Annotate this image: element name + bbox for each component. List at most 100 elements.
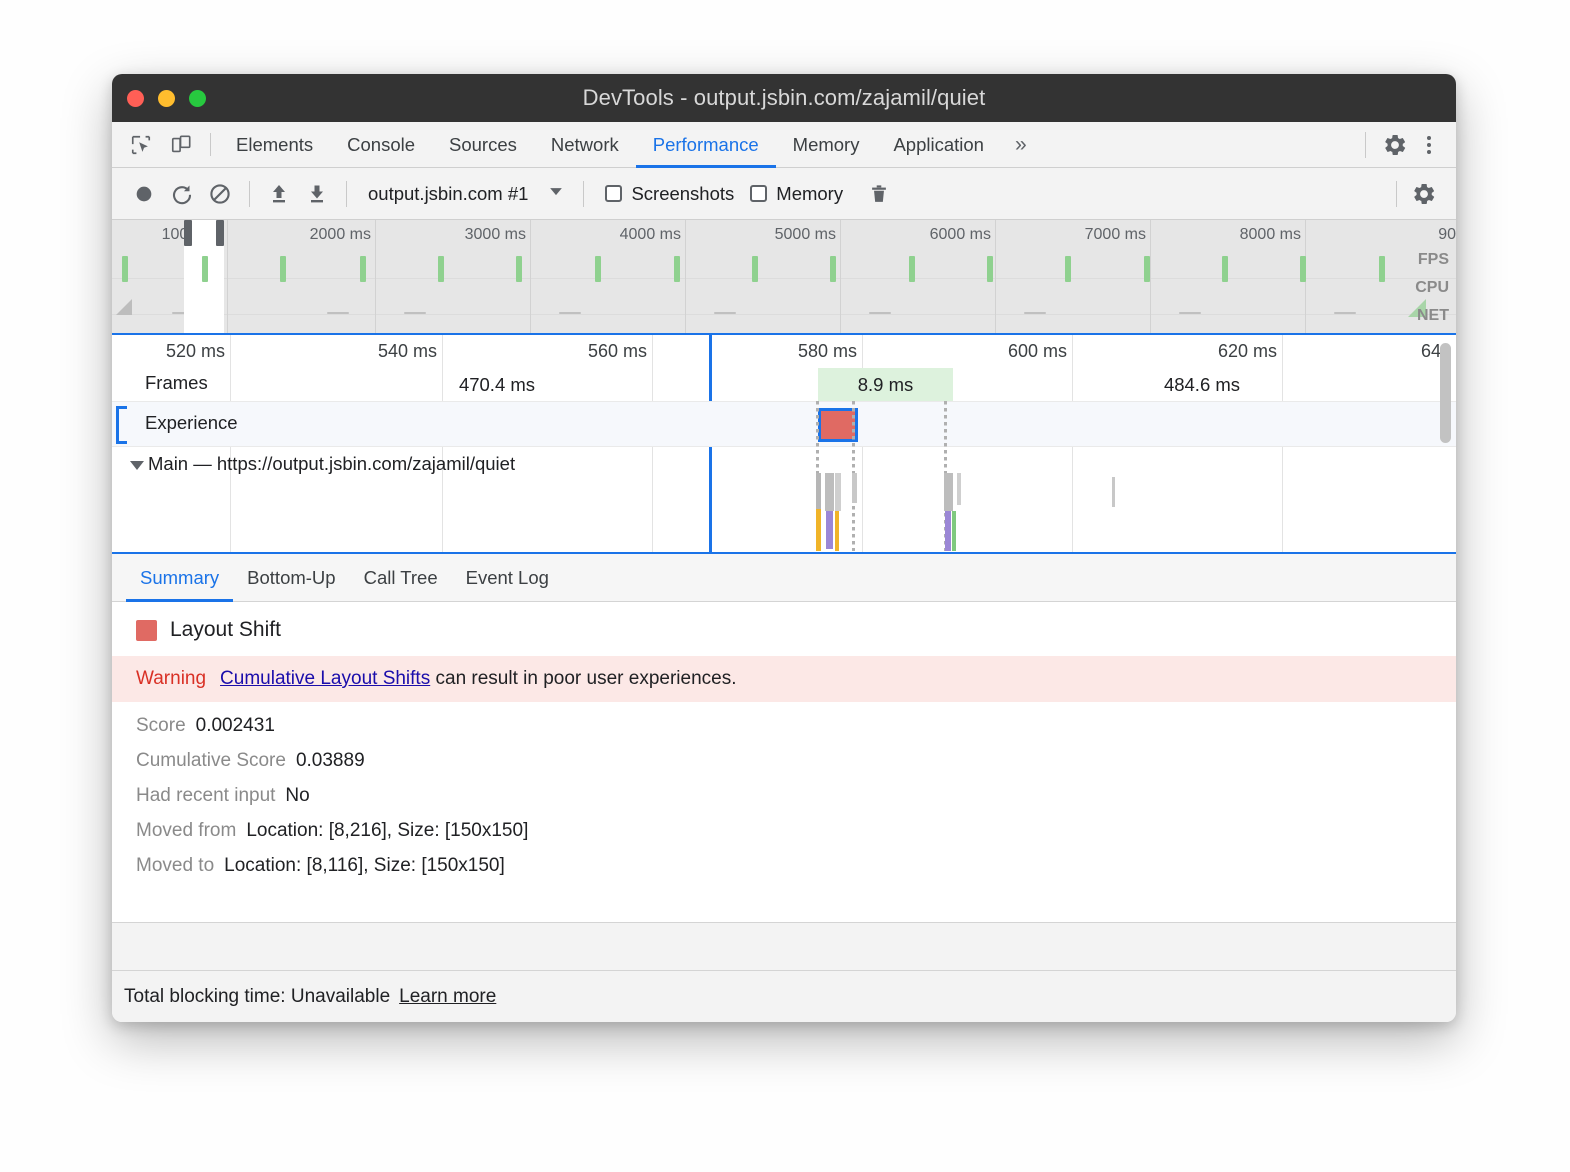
tab-performance[interactable]: Performance: [636, 122, 776, 167]
net-bar: [1334, 312, 1356, 314]
net-bar: [869, 312, 891, 314]
tab-sources[interactable]: Sources: [432, 122, 534, 167]
overview-right-handle[interactable]: [216, 220, 224, 246]
capture-settings-gear-icon[interactable]: [1406, 177, 1442, 211]
tab-summary[interactable]: Summary: [126, 554, 233, 601]
main-activity-bar[interactable]: [816, 473, 821, 509]
timeline-overview[interactable]: 1000 ms 2000 ms 3000 ms 4000 ms 5000 ms …: [112, 220, 1456, 335]
row-value: Location: [8,116], Size: [150x150]: [224, 855, 505, 876]
memory-checkbox[interactable]: [750, 185, 767, 202]
tab-label: Sources: [449, 134, 517, 156]
fps-bar: [1065, 256, 1071, 282]
row-value: No: [285, 785, 309, 806]
trash-icon[interactable]: [861, 177, 897, 211]
reload-record-icon[interactable]: [164, 177, 200, 211]
overview-tick: 1000 ms: [227, 220, 228, 335]
frame-segment[interactable]: 470.4 ms: [282, 368, 712, 401]
fps-bar: [830, 256, 836, 282]
main-track[interactable]: Main — https://output.jsbin.com/zajamil/…: [112, 447, 1456, 552]
tab-label: Memory: [793, 134, 860, 156]
overview-tick: 6000 ms: [995, 220, 996, 335]
download-profile-icon[interactable]: [299, 177, 335, 211]
cpu-lane-label: CPU: [1415, 274, 1449, 302]
experience-track[interactable]: Experience: [112, 401, 1456, 447]
overview-tick-label: 8000 ms: [1240, 226, 1301, 244]
tab-memory[interactable]: Memory: [776, 122, 877, 167]
cumulative-layout-shifts-link[interactable]: Cumulative Layout Shifts: [220, 668, 430, 689]
main-activity-bar[interactable]: [835, 511, 839, 551]
performance-toolbar-right: [1387, 177, 1456, 211]
row-label: Moved to: [136, 855, 214, 876]
tab-elements[interactable]: Elements: [219, 122, 330, 167]
main-track-label: Main — https://output.jsbin.com/zajamil/…: [148, 453, 515, 475]
row-value: Location: [8,216], Size: [150x150]: [246, 820, 528, 841]
screenshots-label: Screenshots: [631, 183, 734, 205]
summary-row-cumulative-score: Cumulative Score0.03889: [112, 737, 1456, 772]
frame-duration: 8.9 ms: [858, 374, 914, 396]
upload-profile-icon[interactable]: [261, 177, 297, 211]
tab-call-tree[interactable]: Call Tree: [350, 554, 452, 601]
fps-bar: [202, 256, 208, 282]
inspect-element-icon[interactable]: [126, 130, 156, 160]
timeline-tick-label: 540 ms: [378, 341, 437, 362]
main-activity-bar[interactable]: [816, 509, 821, 551]
summary-row-moved-to: Moved to Location: [8,116], Size: [150x15…: [112, 842, 1456, 877]
tab-label: Network: [551, 134, 619, 156]
chevron-down-icon[interactable]: [546, 181, 566, 206]
row-value: 0.03889: [296, 750, 365, 771]
fps-bar: [674, 256, 680, 282]
overview-tick-label: 5000 ms: [775, 226, 836, 244]
overview-tick: 7000 ms: [1150, 220, 1151, 335]
main-activity-bar[interactable]: [957, 473, 961, 505]
record-icon[interactable]: [126, 177, 162, 211]
overview-lane-labels: FPS CPU NET: [1415, 246, 1449, 330]
tab-overflow-button[interactable]: »: [1001, 122, 1041, 167]
chevron-double-right-icon: »: [1015, 133, 1027, 157]
main-activity-bar[interactable]: [952, 511, 956, 551]
overview-left-handle[interactable]: [184, 220, 192, 246]
summary-footer-spacer: [112, 922, 1456, 970]
frame-segment[interactable]: 484.6 ms: [1072, 368, 1332, 401]
timeline-scrollbar[interactable]: [1440, 343, 1451, 443]
screenshots-checkbox-group[interactable]: Screenshots: [595, 183, 738, 205]
main-activity-bar[interactable]: [944, 473, 953, 511]
tab-event-log[interactable]: Event Log: [452, 554, 563, 601]
settings-gear-icon[interactable]: [1380, 130, 1410, 160]
main-activity-bar[interactable]: [826, 511, 833, 549]
chevron-down-icon[interactable]: [130, 461, 144, 470]
fps-bar: [1379, 256, 1385, 282]
tab-application[interactable]: Application: [876, 122, 1001, 167]
status-text: Total blocking time: Unavailable: [124, 986, 390, 1008]
summary-row-had-recent-input: Had recent inputNo: [112, 772, 1456, 807]
clear-icon[interactable]: [202, 177, 238, 211]
tab-network[interactable]: Network: [534, 122, 636, 167]
tab-bottom-up[interactable]: Bottom-Up: [233, 554, 349, 601]
performance-toolbar: output.jsbin.com #1 Screenshots Memory: [112, 168, 1456, 220]
main-activity-bar[interactable]: [835, 473, 841, 511]
overview-tick-label: 3000 ms: [465, 226, 526, 244]
memory-checkbox-group[interactable]: Memory: [740, 183, 847, 205]
frame-segment-selected[interactable]: 8.9 ms: [818, 368, 953, 401]
screenshots-checkbox[interactable]: [605, 185, 622, 202]
main-activity-bar[interactable]: [852, 473, 857, 503]
main-activity-bar[interactable]: [1112, 477, 1115, 507]
device-toolbar-icon[interactable]: [166, 130, 196, 160]
tab-label: Call Tree: [364, 567, 438, 589]
frame-duration: 470.4 ms: [459, 374, 535, 396]
main-activity-bar[interactable]: [945, 511, 951, 551]
fps-bar: [1144, 256, 1150, 282]
frames-track-label: Frames: [145, 372, 208, 394]
main-activity-bar[interactable]: [825, 473, 834, 511]
row-label: Moved from: [136, 820, 236, 841]
kebab-menu-icon[interactable]: [1414, 130, 1444, 160]
fps-bar: [360, 256, 366, 282]
session-name-label[interactable]: output.jsbin.com #1: [358, 183, 538, 205]
fps-bar: [595, 256, 601, 282]
tab-console[interactable]: Console: [330, 122, 432, 167]
timeline-tracks[interactable]: 520 ms 540 ms 560 ms 580 ms 600 ms 620 m…: [112, 335, 1456, 554]
summary-panel: Layout Shift WarningCumulative Layout Sh…: [112, 602, 1456, 970]
overview-tick-label: 2000 ms: [310, 226, 371, 244]
fps-bar: [1300, 256, 1306, 282]
learn-more-link[interactable]: Learn more: [399, 986, 496, 1008]
track-selection-bracket: [116, 406, 127, 444]
